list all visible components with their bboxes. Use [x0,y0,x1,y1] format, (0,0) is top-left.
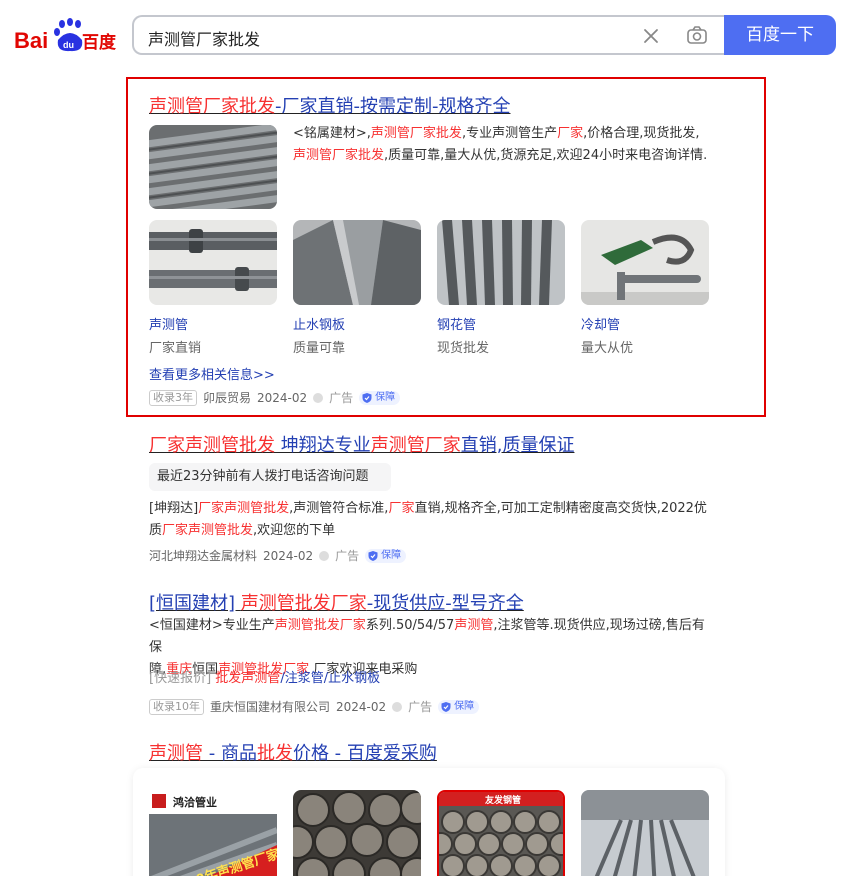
logo-text-en: Bai [14,28,48,53]
call-hint: 最近23分钟前有人拨打电话咨询问题 [149,463,391,491]
grid-item-sub-2: 质量可靠 [293,341,346,356]
quick-quote: [快速报价] 批发声测管/注浆管/止水钢板 [149,667,380,686]
date: 2024-02 [257,390,308,405]
source-name: 重庆恒国建材有限公司 [210,700,331,714]
info-dot-icon[interactable] [319,550,330,561]
product-image-3[interactable] [437,220,565,305]
grid-item-title-3[interactable]: 钢花管 [437,314,476,333]
shield-icon [441,701,451,712]
result-meta-3: 收录10年 重庆恒国建材有限公司 2024-02 广告 保障 [149,698,480,715]
search-button[interactable]: 百度一下 [724,15,836,55]
ad-label: 广告 [335,549,360,563]
product-image-1[interactable] [149,220,277,305]
camera-icon[interactable] [686,25,708,47]
baidu-logo[interactable]: Bai du 百度 [14,18,118,56]
quick-quote-label: [快速报价] [149,671,212,686]
indexed-tag: 收录10年 [149,698,204,715]
source-name: 卯辰贸易 [203,391,252,405]
grid-item-sub-3: 现货批发 [437,341,490,356]
result-title-4[interactable]: 声测管 - 商品批发价格 - 百度爱采购 [149,739,437,765]
grid-item-sub-1: 厂家直销 [149,341,202,356]
product-image-2[interactable] [293,220,421,305]
date: 2024-02 [263,548,314,563]
quick-link-2[interactable]: /注浆管/止水钢板 [280,671,380,686]
result-title-2[interactable]: 厂家声测管批发 坤翔达专业声测管厂家直销,质量保证 [149,431,574,457]
grid-item-sub-4: 量大从优 [581,341,634,356]
shop-brand-text: 鸿洽管业 [173,795,217,809]
more-info-link[interactable]: 查看更多相关信息>> [149,364,275,383]
close-icon[interactable] [642,27,660,45]
shield-icon [368,550,378,561]
quick-link-1[interactable]: 批发声测管 [215,671,280,686]
logo-text-cn: 百度 [82,32,117,53]
shop-image-1[interactable]: 鸿洽管业 10年声测管厂家 [149,790,277,876]
shop-image-3[interactable]: 友发钢管 [437,790,565,876]
grid-item-title-4[interactable]: 冷却管 [581,314,620,333]
ad-label: 广告 [408,700,433,714]
guarantee-badge[interactable]: 保障 [438,699,480,714]
result-description-2: [坤翔达]厂家声测管批发,声测管符合标准,厂家直销,规格齐全,可加工定制精密度高… [149,501,707,538]
info-dot-icon[interactable] [392,701,403,712]
shop-image-2[interactable] [293,790,421,876]
info-dot-icon[interactable] [313,392,324,403]
result-meta-1: 收录3年 卯辰贸易 2024-02 广告 保障 [149,389,401,406]
product-image-4[interactable] [581,220,709,305]
guarantee-badge[interactable]: 保障 [365,548,407,563]
indexed-tag: 收录3年 [149,389,197,406]
guarantee-badge[interactable]: 保障 [359,390,401,405]
shield-icon [362,392,372,403]
date: 2024-02 [336,699,387,714]
shop-brand-text-3: 友发钢管 [485,794,521,806]
result-title-1[interactable]: 声测管厂家批发-厂家直销-按需定制-规格齐全 [149,92,510,118]
search-input[interactable]: 声测管厂家批发 [148,26,260,50]
result-meta-2: 河北坤翔达金属材料 2024-02 广告 保障 [149,547,407,564]
svg-text:du: du [63,40,74,50]
result-title-3[interactable]: [恒国建材] 声测管批发厂家-现货供应-型号齐全 [149,589,524,615]
source-name: 河北坤翔达金属材料 [149,549,258,563]
grid-item-title-1[interactable]: 声测管 [149,314,188,333]
shop-image-4[interactable] [581,790,709,876]
result-thumbnail[interactable] [149,125,277,209]
search-box[interactable]: 声测管厂家批发 [132,15,726,55]
paw-icon: du [54,18,83,52]
ad-label: 广告 [329,391,354,405]
result-description: <铭属建材>,声测管厂家批发,专业声测管生产厂家,价格合理,现货批发,声测管厂家… [293,126,708,163]
grid-item-title-2[interactable]: 止水钢板 [293,314,345,333]
